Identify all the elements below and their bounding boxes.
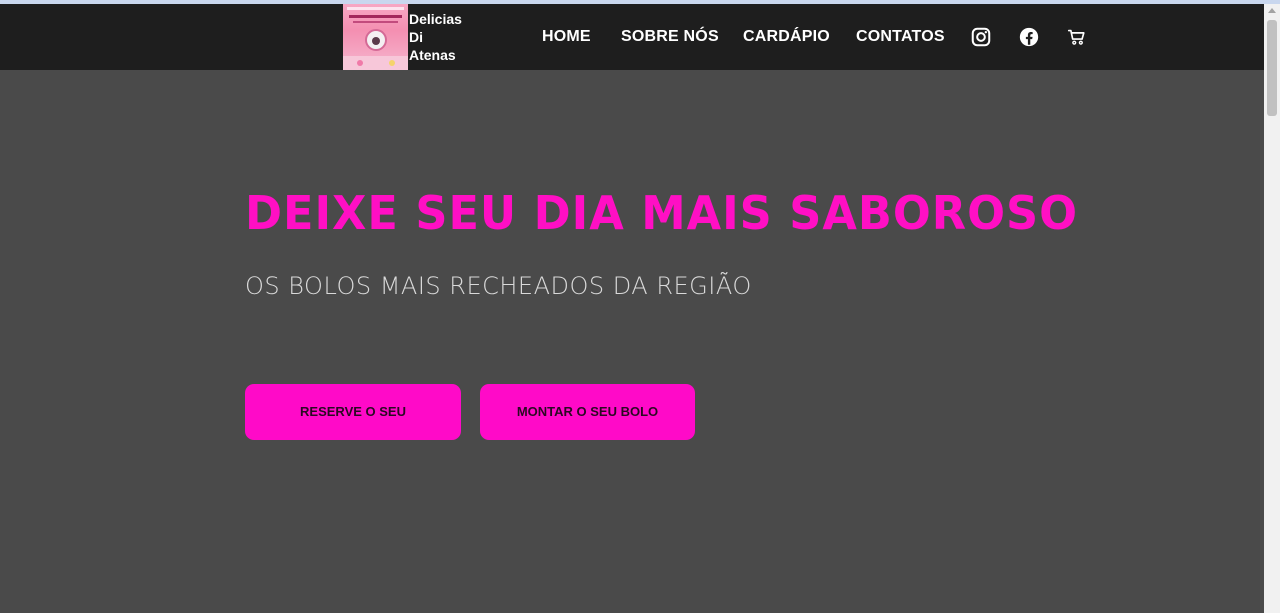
navbar: Delicias Di Atenas HOME SOBRE NÓS CARDÁP…: [0, 4, 1264, 70]
montar-bolo-button[interactable]: MONTAR O SEU BOLO: [480, 384, 695, 440]
reserve-button[interactable]: RESERVE O SEU: [245, 384, 461, 440]
logo-decor: [349, 15, 402, 18]
hero-subtitle: OS BOLOS MAIS RECHEADOS DA REGIÃO: [245, 272, 752, 300]
scrollbar[interactable]: [1264, 4, 1280, 613]
logo-image[interactable]: [343, 4, 408, 70]
nav-sobre-link[interactable]: SOBRE NÓS: [621, 28, 719, 46]
hero-title: DEIXE SEU DIA MAIS SABOROSO: [245, 186, 1079, 240]
facebook-icon[interactable]: [1018, 26, 1040, 48]
nav-cardapio-link[interactable]: CARDÁPIO: [743, 28, 830, 46]
logo-decor: [347, 7, 404, 10]
instagram-icon[interactable]: [970, 26, 992, 48]
logo-decor: [343, 56, 408, 70]
cart-icon[interactable]: [1066, 26, 1088, 48]
nav-home-link[interactable]: HOME: [542, 28, 591, 46]
brand-name[interactable]: Delicias Di Atenas: [409, 10, 479, 64]
logo-emblem: [365, 29, 387, 51]
logo-decor: [389, 60, 395, 66]
logo-decor: [353, 21, 398, 23]
scrollbar-thumb[interactable]: [1267, 20, 1277, 116]
logo-decor: [357, 60, 363, 66]
nav-contatos-link[interactable]: CONTATOS: [856, 28, 945, 46]
scroll-up-arrow-icon[interactable]: [1268, 8, 1276, 13]
